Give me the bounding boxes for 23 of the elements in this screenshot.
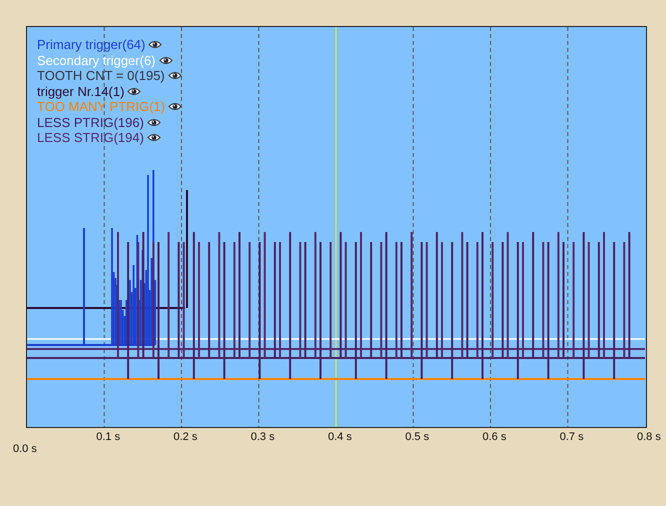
- axis-label: 0.6 s: [482, 430, 506, 445]
- axis-label: 0.4 s: [328, 430, 352, 445]
- eye-icon[interactable]: [158, 56, 172, 65]
- legend-label: TOOTH CNT = 0(195): [37, 69, 165, 82]
- axis-label: 0.1 s: [96, 430, 120, 445]
- eye-icon[interactable]: [148, 40, 162, 50]
- eye-icon[interactable]: [146, 133, 161, 142]
- legend-label: LESS PTRIG(196): [37, 116, 144, 129]
- eye-icon[interactable]: [168, 102, 182, 112]
- axis-label: 0.8 s: [637, 430, 661, 445]
- legend-label: Primary trigger(64): [37, 38, 146, 52]
- axis-label: 0.0 s: [13, 442, 37, 457]
- legend-label: TOO MANY PTRIG(1): [37, 100, 166, 114]
- legend-label: LESS STRIG(194): [37, 131, 144, 144]
- legend-label: trigger Nr.14(1): [37, 84, 124, 98]
- axis-label: 0.3 s: [250, 430, 275, 445]
- eye-icon[interactable]: [146, 118, 161, 127]
- axis-label: 0.2 s: [174, 430, 198, 445]
- axis-label: 0.7 s: [560, 430, 584, 445]
- axis-label: 0.5 s: [405, 430, 430, 445]
- legend-label: Secondary trigger(6): [37, 54, 156, 67]
- eye-icon[interactable]: [127, 86, 142, 96]
- eye-icon[interactable]: [168, 71, 182, 80]
